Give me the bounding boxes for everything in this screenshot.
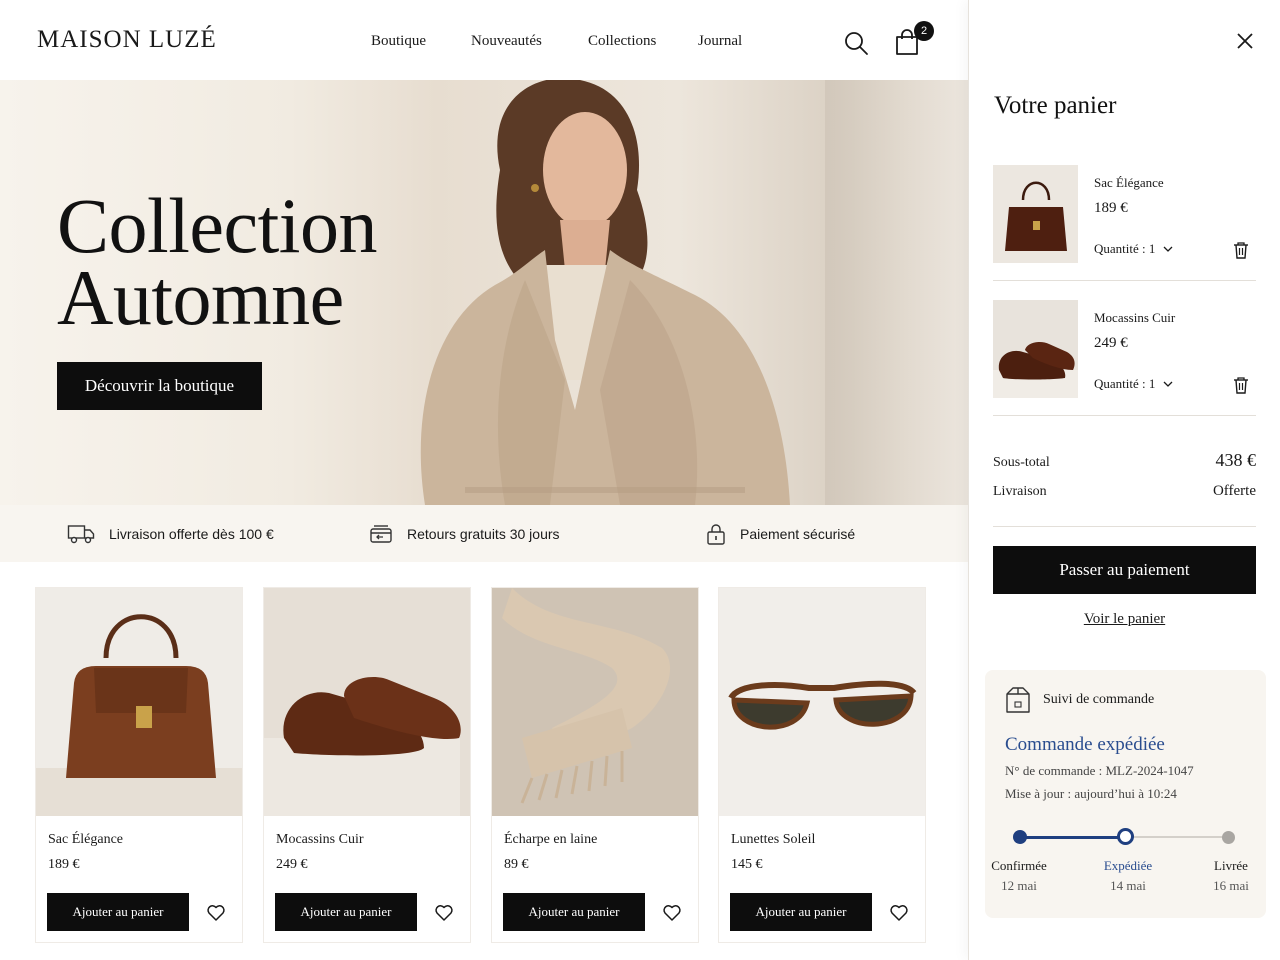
hero-title-line2: Automne: [57, 254, 344, 341]
hero-model-image: [420, 80, 790, 505]
benefit-secure-payment: Paiement sécurisé: [706, 505, 855, 562]
subtotal-value: 438 €: [1215, 450, 1257, 470]
trash-icon[interactable]: [1233, 376, 1249, 394]
cart-item-name[interactable]: Mocassins Cuir: [1094, 310, 1175, 326]
close-icon[interactable]: [1235, 31, 1255, 51]
benefits-bar: Livraison offerte dès 100 € Retours grat…: [0, 505, 968, 562]
hero-banner: Collection Automne Découvrir la boutique: [0, 80, 968, 505]
step-label-shipped: Expédiée: [1103, 858, 1153, 873]
heart-icon[interactable]: [434, 903, 454, 923]
tracking-updated: Mise à jour : aujourd’hui à 10:24: [1005, 786, 1177, 801]
heart-icon[interactable]: [206, 903, 226, 923]
product-image-bag[interactable]: [36, 588, 242, 816]
step-label-confirmed: Confirmée: [991, 858, 1047, 873]
tracking-heading: Suivi de commande: [1043, 692, 1155, 707]
shipping-value: Offerte: [1212, 483, 1256, 499]
benefit-label: Livraison offerte dès 100 €: [109, 525, 274, 542]
view-cart-link[interactable]: Voir le panier: [993, 611, 1256, 628]
quantity-label: Quantité : 1: [1094, 376, 1156, 391]
shipping-row: Livraison Offerte: [993, 483, 1256, 500]
add-to-cart-button[interactable]: Ajouter au panier: [47, 893, 189, 931]
cart-count-badge: 2: [914, 21, 934, 41]
cart-item-price: 189 €: [1094, 200, 1128, 216]
cart-title: Votre panier: [994, 92, 1117, 119]
step-date-confirmed: 12 mai: [1001, 878, 1037, 893]
order-number: N° de commande : MLZ-2024-1047: [1005, 763, 1194, 778]
step-label-delivered: Livrée: [1214, 858, 1248, 873]
nav-journal[interactable]: Journal: [698, 33, 742, 50]
step-date-delivered: 16 mai: [1213, 878, 1249, 893]
hero-title: Collection Automne: [57, 182, 377, 341]
product-card: Lunettes Soleil 145 € Ajouter au panier: [718, 587, 926, 943]
step-dot-shipped: [1117, 828, 1134, 845]
hero-background-pillar: [825, 80, 910, 505]
nav-boutique[interactable]: Boutique: [371, 33, 426, 50]
cart-drawer: Votre panier Sac Élégance 189 € Quantité…: [968, 0, 1280, 960]
benefit-label: Paiement sécurisé: [740, 525, 856, 542]
add-to-cart-button[interactable]: Ajouter au panier: [275, 893, 417, 931]
add-to-cart-button[interactable]: Ajouter au panier: [730, 893, 872, 931]
cart-item-name[interactable]: Sac Élégance: [1094, 175, 1164, 191]
hero-title-line1: Collection: [57, 182, 377, 269]
quantity-select[interactable]: Quantité : 1: [1094, 241, 1173, 257]
search-icon[interactable]: [843, 30, 869, 56]
checkout-button[interactable]: Passer au paiement: [993, 546, 1256, 594]
discover-shop-button[interactable]: Découvrir la boutique: [57, 362, 262, 410]
product-name[interactable]: Mocassins Cuir: [276, 832, 364, 848]
cart-item-price: 249 €: [1094, 335, 1128, 351]
step-dot-confirmed: [1013, 830, 1027, 844]
product-card: Sac Élégance 189 € Ajouter au panier: [35, 587, 243, 943]
quantity-select[interactable]: Quantité : 1: [1094, 376, 1173, 392]
heart-icon[interactable]: [662, 903, 682, 923]
step-dot-delivered: [1222, 831, 1235, 844]
package-icon: [1005, 686, 1031, 714]
quantity-label: Quantité : 1: [1094, 241, 1156, 256]
product-image-scarf[interactable]: [492, 588, 698, 816]
lock-icon: [707, 523, 725, 545]
product-price: 89 €: [504, 857, 529, 872]
chevron-down-icon: [1163, 246, 1173, 252]
order-tracking-card: Suivi de commande Commande expédiée N° d…: [985, 670, 1266, 918]
product-name[interactable]: Lunettes Soleil: [731, 832, 815, 848]
cart-item-image[interactable]: [993, 165, 1078, 263]
product-name[interactable]: Sac Élégance: [48, 832, 123, 848]
product-price: 249 €: [276, 857, 308, 872]
heart-icon[interactable]: [889, 903, 909, 923]
cart-item-image[interactable]: [993, 300, 1078, 398]
product-image-sunglasses[interactable]: [719, 588, 925, 816]
subtotal-label: Sous-total: [993, 455, 1050, 470]
nav-collections[interactable]: Collections: [588, 33, 656, 50]
site-header: MAISON LUZÉ Boutique Nouveautés Collecti…: [0, 0, 968, 80]
benefit-free-shipping: Livraison offerte dès 100 €: [67, 505, 274, 562]
trash-icon[interactable]: [1233, 241, 1249, 259]
chevron-down-icon: [1163, 381, 1173, 387]
progress-line-pending: [1125, 836, 1228, 838]
shipping-label: Livraison: [993, 484, 1047, 499]
return-box-icon: [370, 524, 392, 543]
cart-item: Sac Élégance 189 € Quantité : 1: [993, 165, 1256, 281]
progress-line-complete: [1019, 836, 1125, 839]
product-name[interactable]: Écharpe en laine: [504, 832, 597, 848]
product-price: 145 €: [731, 857, 763, 872]
product-image-loafers[interactable]: [264, 588, 470, 816]
brand-logo[interactable]: MAISON LUZÉ: [37, 26, 217, 54]
add-to-cart-button[interactable]: Ajouter au panier: [503, 893, 645, 931]
product-card: Mocassins Cuir 249 € Ajouter au panier: [263, 587, 471, 943]
subtotal-row: Sous-total 438 €: [993, 450, 1256, 471]
tracking-status: Commande expédiée: [1005, 734, 1165, 755]
benefit-label: Retours gratuits 30 jours: [407, 525, 560, 542]
product-card: Écharpe en laine 89 € Ajouter au panier: [491, 587, 699, 943]
truck-icon: [67, 524, 95, 543]
divider: [993, 526, 1256, 527]
cart-item: Mocassins Cuir 249 € Quantité : 1: [993, 300, 1256, 416]
nav-nouveautes[interactable]: Nouveautés: [471, 33, 542, 50]
product-price: 189 €: [48, 857, 80, 872]
benefit-free-returns: Retours gratuits 30 jours: [369, 505, 560, 562]
step-date-shipped: 14 mai: [1110, 878, 1146, 893]
